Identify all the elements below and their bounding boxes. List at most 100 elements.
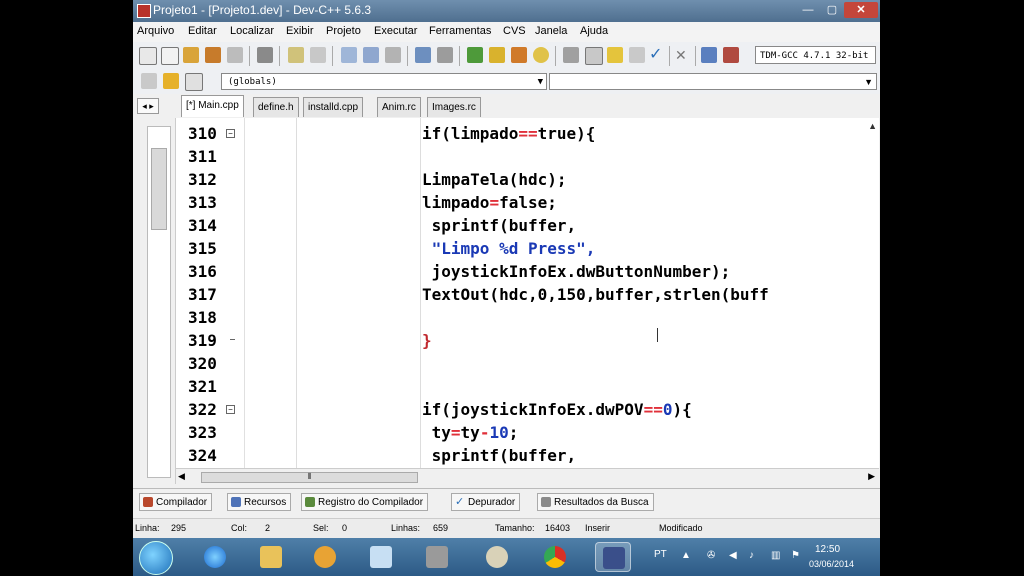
new-file-icon[interactable] xyxy=(139,47,157,65)
tab-recursos[interactable]: Recursos xyxy=(227,493,292,511)
taskbar-devcpp[interactable] xyxy=(595,542,631,572)
code-line-315: "Limpo %d Press", xyxy=(422,239,596,258)
project-new-icon[interactable] xyxy=(415,47,431,63)
line-number: 315 xyxy=(188,239,217,258)
line-number: 312 xyxy=(188,170,217,189)
code-line-314: sprintf(buffer, xyxy=(422,216,577,235)
fold-minus-icon[interactable]: − xyxy=(226,405,235,414)
find-icon[interactable] xyxy=(341,47,357,63)
compile-icon[interactable] xyxy=(467,47,483,63)
scope-select[interactable]: (globals) ▼ xyxy=(221,73,547,90)
title-bar: Projeto1 - [Projeto1.dev] - Dev-C++ 5.6.… xyxy=(133,0,880,22)
undo-icon[interactable] xyxy=(288,47,304,63)
function-select[interactable]: ▼ xyxy=(549,73,877,90)
volume-icon[interactable]: ◀ xyxy=(729,550,739,561)
horizontal-scrollbar[interactable]: ◀ ⦀ ▶ xyxy=(176,468,879,485)
clock-date[interactable]: 03/06/2014 xyxy=(809,559,854,569)
menu-projeto[interactable]: Projeto xyxy=(326,25,361,37)
tab-main-cpp[interactable]: [*] Main.cpp xyxy=(181,95,244,117)
tab-compilador[interactable]: Compilador xyxy=(139,493,213,511)
class-doc-icon[interactable] xyxy=(185,73,203,91)
save-all-icon[interactable] xyxy=(205,47,221,63)
stop-icon[interactable]: ✕ xyxy=(675,47,691,63)
taskbar-tool[interactable] xyxy=(419,542,455,572)
grid-icon[interactable] xyxy=(563,47,579,63)
chart-icon[interactable] xyxy=(701,47,717,63)
class-nav-icon[interactable] xyxy=(141,73,157,89)
network-icon[interactable]: ▥ xyxy=(771,550,781,561)
layout-icon[interactable] xyxy=(629,47,645,63)
tray-up-arrow-icon[interactable]: ▲ xyxy=(681,550,691,561)
run-icon[interactable] xyxy=(489,47,505,63)
toolbar-separator xyxy=(695,46,696,66)
status-col: 2 xyxy=(265,523,271,533)
minimize-button[interactable]: — xyxy=(797,2,819,18)
flag-icon[interactable]: ⚑ xyxy=(791,550,801,561)
tab-images-rc[interactable]: Images.rc xyxy=(427,97,481,117)
clock-time[interactable]: 12:50 xyxy=(815,544,840,555)
taskbar-explorer[interactable] xyxy=(253,542,289,572)
taskbar-ie[interactable] xyxy=(197,542,233,572)
close-file-icon[interactable] xyxy=(227,47,243,63)
folder-icon[interactable] xyxy=(607,47,623,63)
start-button-icon[interactable] xyxy=(139,541,173,575)
tab-installd-cpp[interactable]: installd.cpp xyxy=(303,97,364,117)
code-editor[interactable]: 310 311 312 313 314 315 316 317 318 319 … xyxy=(176,118,879,468)
status-col-label: Col: xyxy=(231,523,248,533)
file-tabs: ◂ ▸ [*] Main.cpp define.h installd.cpp A… xyxy=(133,94,880,118)
save-icon[interactable] xyxy=(183,47,199,63)
replace-icon[interactable] xyxy=(363,47,379,63)
taskbar-notepad[interactable] xyxy=(363,542,399,572)
panel-scroll-thumb[interactable] xyxy=(151,148,167,230)
menu-ajuda[interactable]: Ajuda xyxy=(580,25,608,37)
menu-cvs[interactable]: CVS xyxy=(503,25,526,37)
rebuild-icon[interactable] xyxy=(533,47,549,63)
menu-executar[interactable]: Executar xyxy=(374,25,417,37)
menu-janela[interactable]: Janela xyxy=(535,25,567,37)
line-number: 319 xyxy=(188,331,217,350)
maximize-button[interactable]: ▢ xyxy=(821,2,843,18)
sound-icon[interactable]: ♪ xyxy=(749,550,759,561)
tab-depurador[interactable]: ✓ Depurador xyxy=(451,493,521,511)
tab-scroll-arrows[interactable]: ◂ ▸ xyxy=(137,98,159,114)
menu-editar[interactable]: Editar xyxy=(188,25,217,37)
print-icon[interactable] xyxy=(257,47,273,63)
menu-exibir[interactable]: Exibir xyxy=(286,25,314,37)
tray-device-icon[interactable]: ✇ xyxy=(707,550,717,561)
project-options-icon[interactable] xyxy=(437,47,453,63)
menu-arquivo[interactable]: Arquivo xyxy=(137,25,174,37)
tab-resultados[interactable]: Resultados da Busca xyxy=(537,493,654,511)
redo-icon[interactable] xyxy=(310,47,326,63)
horizontal-scroll-thumb[interactable]: ⦀ xyxy=(201,472,418,483)
class-add-icon[interactable] xyxy=(163,73,179,89)
tab-registro[interactable]: Registro do Compilador xyxy=(301,493,429,511)
menu-localizar[interactable]: Localizar xyxy=(230,25,274,37)
taskbar-paint[interactable] xyxy=(479,542,515,572)
tab-anim-rc[interactable]: Anim.rc xyxy=(377,97,421,117)
log-icon xyxy=(305,497,315,507)
profile-icon[interactable] xyxy=(723,47,739,63)
line-number: 320 xyxy=(188,354,217,373)
close-button[interactable]: ✕ xyxy=(844,2,878,18)
compile-run-icon[interactable] xyxy=(511,47,527,63)
code-text-area[interactable]: if(limpado==true){ LimpaTela(hdc); limpa… xyxy=(244,118,879,468)
code-line-322: if(joystickInfoEx.dwPOV==0){ xyxy=(422,400,692,419)
open-icon[interactable] xyxy=(161,47,179,65)
language-indicator[interactable]: PT xyxy=(654,549,667,560)
scroll-left-arrow-icon[interactable]: ◀ xyxy=(178,471,185,482)
tab-compilador-label: Compilador xyxy=(156,497,208,508)
tab-recursos-label: Recursos xyxy=(244,497,287,508)
toolbar-separator xyxy=(555,46,556,66)
scroll-up-arrow-icon[interactable]: ▲ xyxy=(868,121,877,131)
window-icon[interactable] xyxy=(585,47,603,65)
tab-define-h[interactable]: define.h xyxy=(253,97,299,117)
goto-icon[interactable] xyxy=(385,47,401,63)
fold-minus-icon[interactable]: − xyxy=(226,129,235,138)
fold-end-tick xyxy=(230,339,235,340)
taskbar-chrome[interactable] xyxy=(537,542,573,572)
scroll-right-arrow-icon[interactable]: ▶ xyxy=(868,471,875,482)
taskbar-media[interactable] xyxy=(307,542,343,572)
check-icon[interactable]: ✓ xyxy=(649,47,665,63)
compiler-select[interactable]: TDM-GCC 4.7.1 32-bit xyxy=(755,46,876,64)
menu-ferramentas[interactable]: Ferramentas xyxy=(429,25,491,37)
